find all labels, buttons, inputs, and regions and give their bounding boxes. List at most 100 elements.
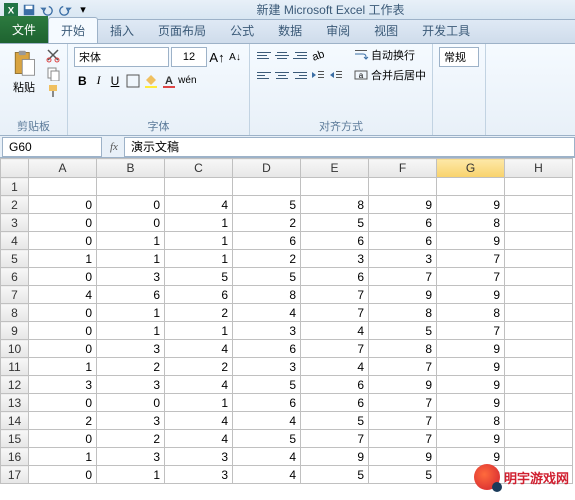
column-header[interactable]: G xyxy=(437,159,505,178)
cell[interactable]: 9 xyxy=(437,376,505,394)
cell[interactable]: 3 xyxy=(97,376,165,394)
cell[interactable] xyxy=(505,178,573,196)
cell[interactable]: 6 xyxy=(165,286,233,304)
cell[interactable] xyxy=(505,250,573,268)
font-size-combo[interactable]: 12 xyxy=(171,47,207,67)
cell[interactable]: 4 xyxy=(165,340,233,358)
cell[interactable]: 5 xyxy=(233,376,301,394)
cell[interactable]: 5 xyxy=(233,268,301,286)
cell[interactable]: 4 xyxy=(301,358,369,376)
fill-color-icon[interactable] xyxy=(143,73,159,89)
cell[interactable]: 8 xyxy=(233,286,301,304)
cell[interactable]: 3 xyxy=(301,250,369,268)
row-header[interactable]: 8 xyxy=(1,304,29,322)
cell[interactable] xyxy=(97,178,165,196)
cell[interactable]: 4 xyxy=(233,466,301,484)
cell[interactable]: 6 xyxy=(233,232,301,250)
cell[interactable]: 7 xyxy=(369,430,437,448)
cell[interactable]: 5 xyxy=(369,466,437,484)
phonetic-icon[interactable]: wén xyxy=(179,73,195,89)
cell[interactable]: 5 xyxy=(233,196,301,214)
cell[interactable]: 0 xyxy=(29,232,97,250)
cell[interactable]: 0 xyxy=(29,322,97,340)
row-header[interactable]: 10 xyxy=(1,340,29,358)
cell[interactable]: 9 xyxy=(369,448,437,466)
cell[interactable]: 8 xyxy=(369,304,437,322)
tab-review[interactable]: 审阅 xyxy=(314,18,362,43)
cell[interactable]: 7 xyxy=(301,340,369,358)
paste-button[interactable]: 粘贴 xyxy=(6,47,42,97)
cell[interactable]: 0 xyxy=(29,430,97,448)
cell[interactable]: 3 xyxy=(233,358,301,376)
cell[interactable]: 9 xyxy=(437,232,505,250)
cell[interactable] xyxy=(369,178,437,196)
number-format-combo[interactable]: 常规 xyxy=(439,47,479,67)
row-header[interactable]: 5 xyxy=(1,250,29,268)
cell[interactable] xyxy=(505,412,573,430)
cell[interactable] xyxy=(29,178,97,196)
cell[interactable]: 7 xyxy=(437,268,505,286)
cell[interactable]: 7 xyxy=(369,412,437,430)
qat-dropdown-icon[interactable]: ▾ xyxy=(76,3,90,17)
cell[interactable]: 2 xyxy=(97,430,165,448)
cell[interactable]: 2 xyxy=(165,358,233,376)
cell[interactable]: 6 xyxy=(301,394,369,412)
cell[interactable]: 3 xyxy=(97,268,165,286)
row-header[interactable]: 6 xyxy=(1,268,29,286)
cell[interactable]: 3 xyxy=(165,466,233,484)
cell[interactable]: 8 xyxy=(369,340,437,358)
cell[interactable]: 1 xyxy=(29,358,97,376)
cell[interactable]: 0 xyxy=(29,214,97,232)
align-top-icon[interactable] xyxy=(256,48,272,62)
cell[interactable]: 7 xyxy=(369,358,437,376)
cell[interactable]: 3 xyxy=(97,412,165,430)
orientation-icon[interactable]: ab xyxy=(310,47,326,63)
cell[interactable]: 4 xyxy=(165,376,233,394)
column-header[interactable]: D xyxy=(233,159,301,178)
cell[interactable]: 3 xyxy=(97,448,165,466)
column-header[interactable]: C xyxy=(165,159,233,178)
cell[interactable]: 9 xyxy=(437,340,505,358)
cell[interactable]: 1 xyxy=(97,466,165,484)
cell[interactable]: 0 xyxy=(97,394,165,412)
redo-icon[interactable] xyxy=(58,3,72,17)
cell[interactable]: 4 xyxy=(165,196,233,214)
row-header[interactable]: 1 xyxy=(1,178,29,196)
increase-indent-icon[interactable] xyxy=(328,67,344,83)
cell[interactable]: 4 xyxy=(233,304,301,322)
cell[interactable]: 5 xyxy=(301,466,369,484)
cell[interactable]: 9 xyxy=(437,358,505,376)
cell[interactable]: 4 xyxy=(233,412,301,430)
tab-file[interactable]: 文件 xyxy=(0,16,48,43)
cell[interactable]: 1 xyxy=(165,250,233,268)
cell[interactable]: 3 xyxy=(29,376,97,394)
select-all-corner[interactable] xyxy=(1,159,29,178)
cell[interactable]: 5 xyxy=(301,214,369,232)
cell[interactable]: 4 xyxy=(165,412,233,430)
cell[interactable]: 7 xyxy=(301,304,369,322)
row-header[interactable]: 2 xyxy=(1,196,29,214)
font-color-icon[interactable]: A xyxy=(161,73,177,89)
cell[interactable]: 0 xyxy=(29,304,97,322)
cell[interactable]: 7 xyxy=(301,286,369,304)
cell[interactable]: 2 xyxy=(233,250,301,268)
cell[interactable]: 9 xyxy=(301,448,369,466)
align-right-icon[interactable] xyxy=(292,68,308,82)
cell[interactable]: 4 xyxy=(165,430,233,448)
row-header[interactable]: 4 xyxy=(1,232,29,250)
cell[interactable] xyxy=(505,214,573,232)
cell[interactable]: 7 xyxy=(437,250,505,268)
cell[interactable]: 1 xyxy=(97,322,165,340)
cell[interactable]: 9 xyxy=(437,430,505,448)
cell[interactable]: 6 xyxy=(233,394,301,412)
cell[interactable]: 1 xyxy=(165,232,233,250)
cell[interactable]: 3 xyxy=(233,322,301,340)
decrease-indent-icon[interactable] xyxy=(310,67,326,83)
merge-center-button[interactable]: a 合并后居中 xyxy=(353,67,426,83)
cell[interactable]: 2 xyxy=(165,304,233,322)
row-header[interactable]: 9 xyxy=(1,322,29,340)
column-header[interactable]: E xyxy=(301,159,369,178)
cell[interactable]: 6 xyxy=(301,232,369,250)
cell[interactable]: 0 xyxy=(29,196,97,214)
fx-icon[interactable]: fx xyxy=(104,141,124,153)
